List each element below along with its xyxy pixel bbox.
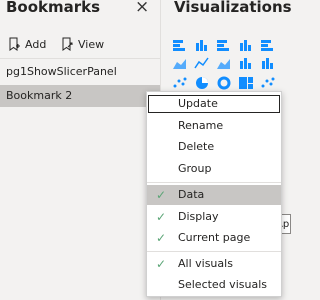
add-bookmark-label: Add xyxy=(25,37,47,51)
bookmark-add-icon xyxy=(9,37,20,51)
menu-item-rename[interactable]: Rename xyxy=(147,116,281,136)
visualizations-title: Visualizations xyxy=(174,0,292,16)
scatter-chart-icon[interactable] xyxy=(172,75,188,89)
clustered-bar-chart-icon[interactable] xyxy=(216,37,232,51)
bookmark-context-menu: Update Rename Delete Group ✓ Data ✓ Disp… xyxy=(146,91,282,297)
map-icon[interactable] xyxy=(260,75,276,89)
add-bookmark-button[interactable]: Add xyxy=(6,36,46,52)
ribbon-chart-icon[interactable] xyxy=(260,55,276,69)
bookmark-item-label: pg1ShowSlicerPanel xyxy=(6,65,117,78)
pie-chart-icon[interactable] xyxy=(194,75,210,89)
menu-item-label: Group xyxy=(178,162,212,175)
menu-divider xyxy=(147,251,281,252)
menu-item-label: Update xyxy=(178,97,218,110)
bookmark-item[interactable]: pg1ShowSlicerPanel xyxy=(0,61,160,83)
bookmarks-title: Bookmarks xyxy=(6,0,101,16)
checkmark-icon: ✓ xyxy=(156,257,167,271)
menu-item-data[interactable]: ✓ Data xyxy=(147,185,281,205)
bookmark-view-icon xyxy=(62,37,73,51)
menu-item-label: Display xyxy=(178,210,219,223)
donut-chart-icon[interactable] xyxy=(216,75,232,90)
clustered-column-chart-icon[interactable] xyxy=(238,37,254,51)
menu-item-all-visuals[interactable]: ✓ All visuals xyxy=(147,254,281,274)
stacked-bar-chart-icon[interactable] xyxy=(172,37,188,51)
menu-item-update[interactable]: Update xyxy=(147,94,281,114)
menu-item-label: Current page xyxy=(178,231,251,244)
menu-item-label: Data xyxy=(178,188,205,201)
checkmark-icon: ✓ xyxy=(156,231,167,245)
view-bookmarks-button[interactable]: View xyxy=(59,36,104,52)
bookmark-item-label: Bookmark 2 xyxy=(6,89,73,102)
menu-item-label: Selected visuals xyxy=(178,278,267,291)
stacked-area-chart-icon[interactable] xyxy=(216,55,232,69)
menu-divider xyxy=(147,182,281,183)
menu-item-label: Delete xyxy=(178,140,215,153)
line-and-column-chart-icon[interactable] xyxy=(238,55,254,69)
stacked-column-chart-icon[interactable] xyxy=(194,37,210,51)
view-bookmarks-label: View xyxy=(78,37,105,51)
treemap-icon[interactable] xyxy=(238,75,254,89)
menu-item-current-page[interactable]: ✓ Current page xyxy=(147,228,281,248)
menu-item-delete[interactable]: Delete xyxy=(147,137,281,157)
checkmark-icon: ✓ xyxy=(156,188,167,202)
close-icon[interactable]: × xyxy=(135,0,149,17)
area-chart-icon[interactable] xyxy=(172,55,188,69)
menu-item-group[interactable]: Group xyxy=(147,159,281,179)
bookmarks-pane: Bookmarks × Add View pg1ShowSlicerPanel … xyxy=(0,0,160,300)
menu-item-display[interactable]: ✓ Display xyxy=(147,207,281,227)
bookmarks-toolbar-divider xyxy=(0,58,160,59)
100-percent-bar-icon[interactable] xyxy=(260,37,276,51)
menu-item-label: All visuals xyxy=(178,257,233,270)
checkmark-icon: ✓ xyxy=(156,210,167,224)
menu-item-label: Rename xyxy=(178,119,224,132)
line-chart-icon[interactable] xyxy=(194,55,210,69)
menu-item-selected-visuals[interactable]: Selected visuals xyxy=(147,275,281,295)
bookmark-item-selected[interactable]: Bookmark 2 xyxy=(0,85,160,107)
